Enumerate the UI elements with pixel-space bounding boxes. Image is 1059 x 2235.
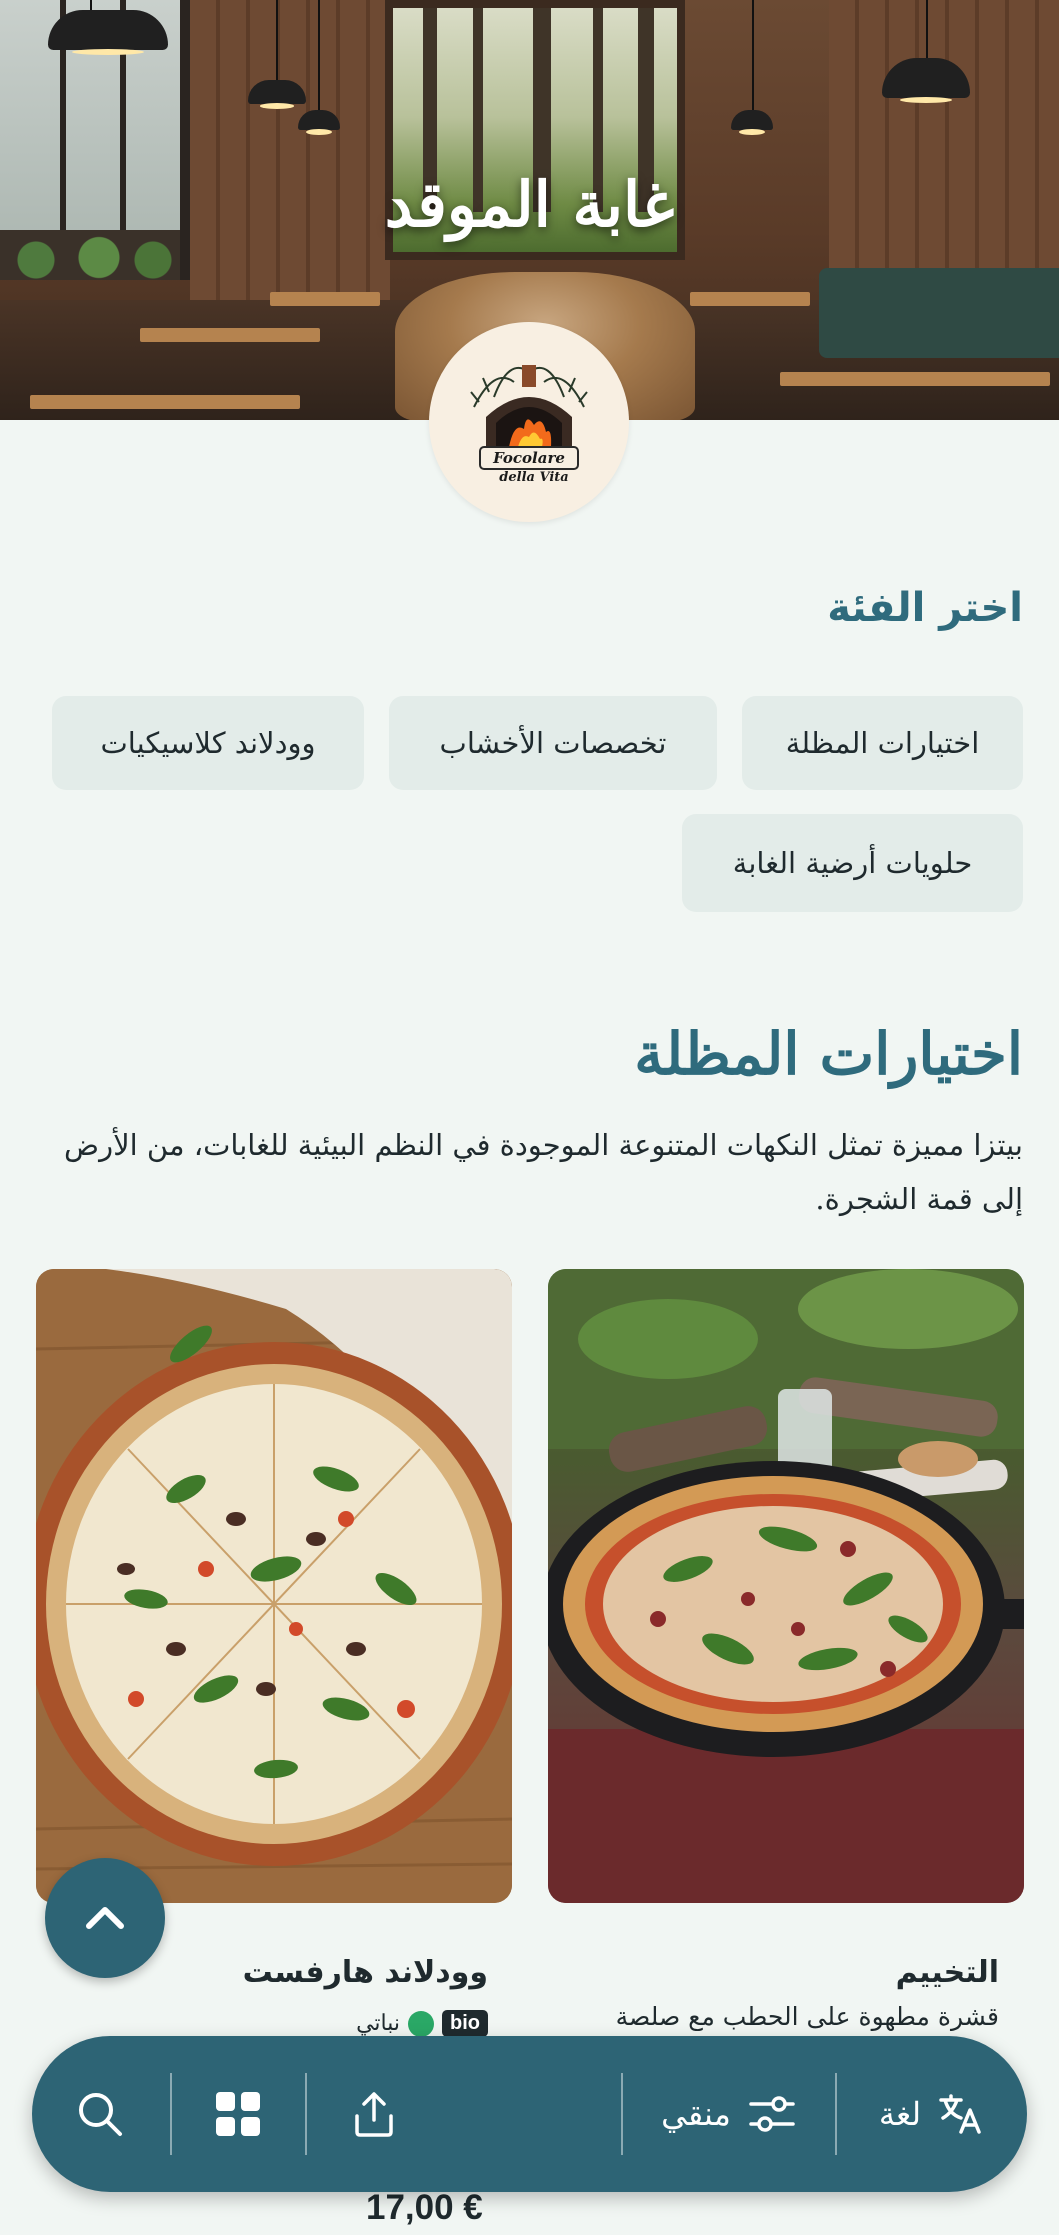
menu-item-price: 17,00 € xyxy=(366,2188,483,2227)
category-chip-woodland-classics[interactable]: وودلاند كلاسيكيات xyxy=(52,696,364,790)
bio-badge: bio xyxy=(442,2010,488,2037)
menu-item-description-camping: قشرة مطهوة على الحطب مع صلصة xyxy=(615,2002,999,2031)
chevron-up-icon xyxy=(86,1907,124,1929)
vegan-label: نباتي xyxy=(356,2011,400,2036)
category-heading: اختر الفئة xyxy=(827,585,1023,631)
nav-divider xyxy=(305,2073,307,2155)
category-chip-label: تخصصات الأخشاب xyxy=(439,726,667,760)
page: غابة الموقد Focolare della Vita اختر الف… xyxy=(0,0,1059,2235)
filter-label: منقي xyxy=(661,2095,731,2133)
categories-grid-button[interactable] xyxy=(172,2036,304,2192)
logo-text-focolare: Focolare xyxy=(492,449,565,467)
language-label: لغة xyxy=(878,2095,922,2133)
restaurant-logo: Focolare della Vita xyxy=(429,322,629,522)
share-button[interactable] xyxy=(308,2036,440,2192)
search-icon xyxy=(79,2093,122,2136)
pizza-skillet-image xyxy=(548,1269,1024,1903)
bottom-navigation-bar: لغة منقي xyxy=(32,2036,1027,2192)
category-chip-canopy[interactable]: اختيارات المظلة xyxy=(742,696,1023,790)
nav-divider xyxy=(835,2073,837,2155)
share-upload-icon xyxy=(355,2092,393,2137)
section-description: بيتزا مميزة تمثل النكهات المتنوعة الموجو… xyxy=(64,1128,1023,1216)
scroll-to-top-button[interactable] xyxy=(45,1858,165,1978)
category-chip-wood-specialties[interactable]: تخصصات الأخشاب xyxy=(389,696,717,790)
translate-icon xyxy=(939,2094,981,2134)
pizza-plate-image xyxy=(36,1269,512,1903)
filter-button[interactable]: منقي xyxy=(623,2036,835,2192)
menu-item-image-woodland-harvest[interactable] xyxy=(36,1269,512,1903)
logo-text-della-vita: della Vita xyxy=(499,470,568,485)
category-chip-forest-desserts[interactable]: حلويات أرضية الغابة xyxy=(682,814,1023,912)
category-chip-label: حلويات أرضية الغابة xyxy=(732,846,973,880)
menu-item-name-camping: التخييم xyxy=(895,1955,999,1990)
filter-sliders-icon xyxy=(749,2096,795,2132)
menu-item-name-woodland-harvest: وودلاند هارفست xyxy=(242,1955,488,1990)
nav-divider xyxy=(170,2073,172,2155)
category-chip-label: اختيارات المظلة xyxy=(785,726,980,760)
vegan-leaf-icon xyxy=(408,2010,434,2037)
search-button[interactable] xyxy=(32,2036,168,2192)
category-chip-label: وودلاند كلاسيكيات xyxy=(100,726,316,760)
logo-oven-emblem: Focolare della Vita xyxy=(470,365,588,485)
menu-item-tags: bio نباتي xyxy=(356,2010,488,2037)
language-button[interactable]: لغة xyxy=(837,2036,1027,2192)
menu-item-image-camping[interactable] xyxy=(548,1269,1024,1903)
section-title: اختيارات المظلة xyxy=(634,1020,1023,1088)
nav-divider xyxy=(621,2073,623,2155)
grid-icon xyxy=(216,2092,260,2136)
restaurant-title: غابة الموقد xyxy=(384,168,675,241)
